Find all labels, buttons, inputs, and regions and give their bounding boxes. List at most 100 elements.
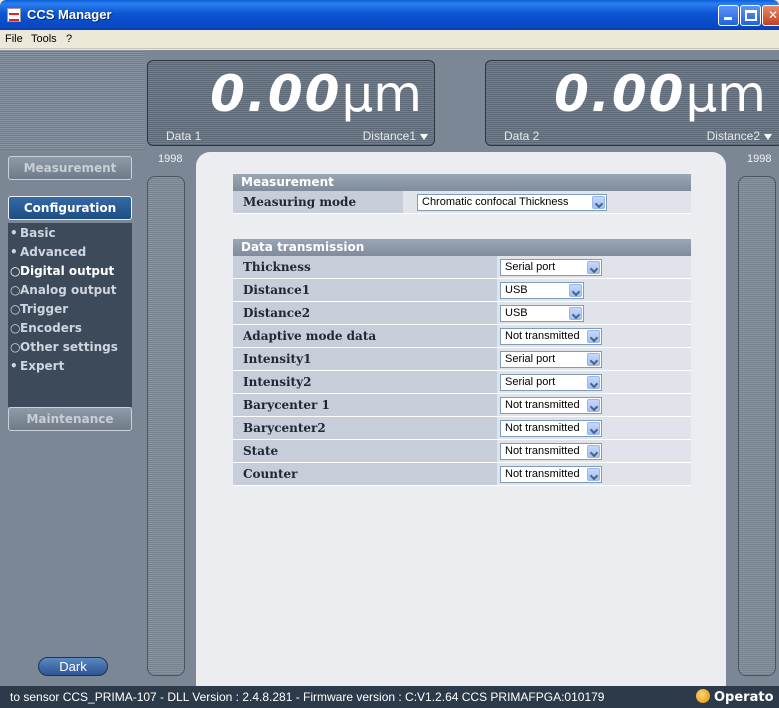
close-button[interactable]: ✕ [762,5,779,26]
data2-display: 0.00µm Data 2 Distance2 [485,60,779,146]
configuration-button[interactable]: Configuration [8,196,132,220]
data-transmission-rows: Thickness Serial port Distance1 USB Distance… [233,256,691,486]
chevron-down-icon [587,399,600,412]
circle-icon: ○ [10,340,21,354]
transmission-row-distance1: Distance1 USB [233,279,691,302]
transmission-row-intensity2: Intensity2 Serial port [233,371,691,394]
state-select[interactable]: Not transmitted [500,443,602,460]
configuration-submenu: • Basic • Advanced ○Digital output ○Analog… [8,223,132,407]
transmission-label: Intensity2 [233,371,497,393]
nav-item-trigger[interactable]: ○Trigger [10,302,68,316]
nav-item-encoders[interactable]: ○Encoders [10,321,82,335]
transmission-row-distance2: Distance2 USB [233,302,691,325]
measuring-mode-select[interactable]: Chromatic confocal Thickness [417,194,607,211]
data2-label: Data 2 [504,129,540,143]
bullet-icon: • [10,359,18,373]
transmission-row-barycenter2: Barycenter2 Not transmitted [233,417,691,440]
maximize-icon [745,10,757,21]
menu-bar: File Tools ? [0,30,779,49]
title-bar: CCS Manager ✕ [0,0,779,30]
transmission-label: Thickness [233,256,497,278]
intensity2-select[interactable]: Serial port [500,374,602,391]
app-icon [7,8,21,22]
chevron-down-icon [587,445,600,458]
barycenter-1-select[interactable]: Not transmitted [500,397,602,414]
user-icon [696,689,710,703]
transmission-label: Intensity1 [233,348,497,370]
transmission-label: Barycenter2 [233,417,497,439]
chevron-down-icon [592,196,605,209]
chevron-down-icon [587,261,600,274]
minimize-button[interactable] [718,5,739,26]
transmission-label: Barycenter 1 [233,394,497,416]
data2-value: 0.00µm [554,65,766,123]
menu-help[interactable]: ? [66,33,72,45]
bullet-icon: • [10,226,18,240]
circle-icon: ○ [10,302,21,316]
transmission-label: Distance1 [233,279,497,301]
app-area: 0.00µm Data 1 Distance1 0.00µm Data 2 Di… [0,50,779,686]
bullet-icon: • [10,245,18,259]
circle-icon: ○ [10,283,21,297]
transmission-row-state: State Not transmitted [233,440,691,463]
right-level-bar [738,176,776,676]
window-title: CCS Manager [27,7,112,22]
data1-label: Data 1 [166,129,202,143]
menu-tools[interactable]: Tools [31,33,57,45]
connection-status: to sensor CCS_PRIMA-107 - DLL Version : … [10,690,605,704]
maximize-button[interactable] [740,5,761,26]
chevron-down-icon [587,422,600,435]
data2-source-dropdown[interactable]: Distance2 [707,129,772,143]
measurement-section-header: Measurement [233,174,691,191]
chevron-down-icon [587,353,600,366]
configuration-panel: Measurement Measuring mode Chromatic con… [196,152,726,686]
dropdown-arrow-icon [764,133,772,140]
nav-item-analog-output[interactable]: ○Analog output [10,283,116,297]
transmission-row-counter: Counter Not transmitted [233,463,691,486]
status-bar: to sensor CCS_PRIMA-107 - DLL Version : … [0,686,779,708]
distance2-select[interactable]: USB [500,305,584,322]
transmission-label: State [233,440,497,462]
measurement-section: Measurement Measuring mode Chromatic con… [233,174,691,214]
nav-item-expert[interactable]: • Expert [10,359,64,373]
close-icon: ✕ [767,8,779,22]
minimize-icon [724,17,732,20]
data1-value: 0.00µm [210,65,422,123]
chevron-down-icon [569,284,582,297]
user-level: Operato [696,689,774,705]
right-count: 1998 [747,153,772,165]
nav-item-other-settings[interactable]: ○Other settings [10,340,118,354]
transmission-label: Adaptive mode data [233,325,497,347]
data1-source-dropdown[interactable]: Distance1 [363,129,428,143]
nav-item-digital-output[interactable]: ○Digital output [10,264,114,278]
barycenter2-select[interactable]: Not transmitted [500,420,602,437]
header-background [0,50,145,150]
data1-display: 0.00µm Data 1 Distance1 [147,60,435,146]
measuring-mode-row: Measuring mode Chromatic confocal Thickn… [233,191,691,214]
left-count: 1998 [158,153,183,165]
measurement-button[interactable]: Measurement [8,156,132,180]
maintenance-button[interactable]: Maintenance [8,407,132,431]
nav-item-advanced[interactable]: • Advanced [10,245,86,259]
chevron-down-icon [569,307,582,320]
counter-select[interactable]: Not transmitted [500,466,602,483]
chevron-down-icon [587,330,600,343]
distance1-select[interactable]: USB [500,282,584,299]
transmission-label: Counter [233,463,497,485]
left-level-bar [147,176,185,676]
chevron-down-icon [587,376,600,389]
data-transmission-section: Data transmission Thickness Serial port Di… [233,239,691,486]
measuring-mode-label: Measuring mode [233,191,403,213]
adaptive-mode-data-select[interactable]: Not transmitted [500,328,602,345]
data-transmission-header: Data transmission [233,239,691,256]
intensity1-select[interactable]: Serial port [500,351,602,368]
transmission-label: Distance2 [233,302,497,324]
menu-file[interactable]: File [5,33,23,45]
nav-item-basic[interactable]: • Basic [10,226,56,240]
dark-mode-button[interactable]: Dark [38,657,108,676]
chevron-down-icon [587,468,600,481]
circle-icon: ○ [10,264,21,278]
dropdown-arrow-icon [420,133,428,140]
thickness-select[interactable]: Serial port [500,259,602,276]
transmission-row-intensity1: Intensity1 Serial port [233,348,691,371]
